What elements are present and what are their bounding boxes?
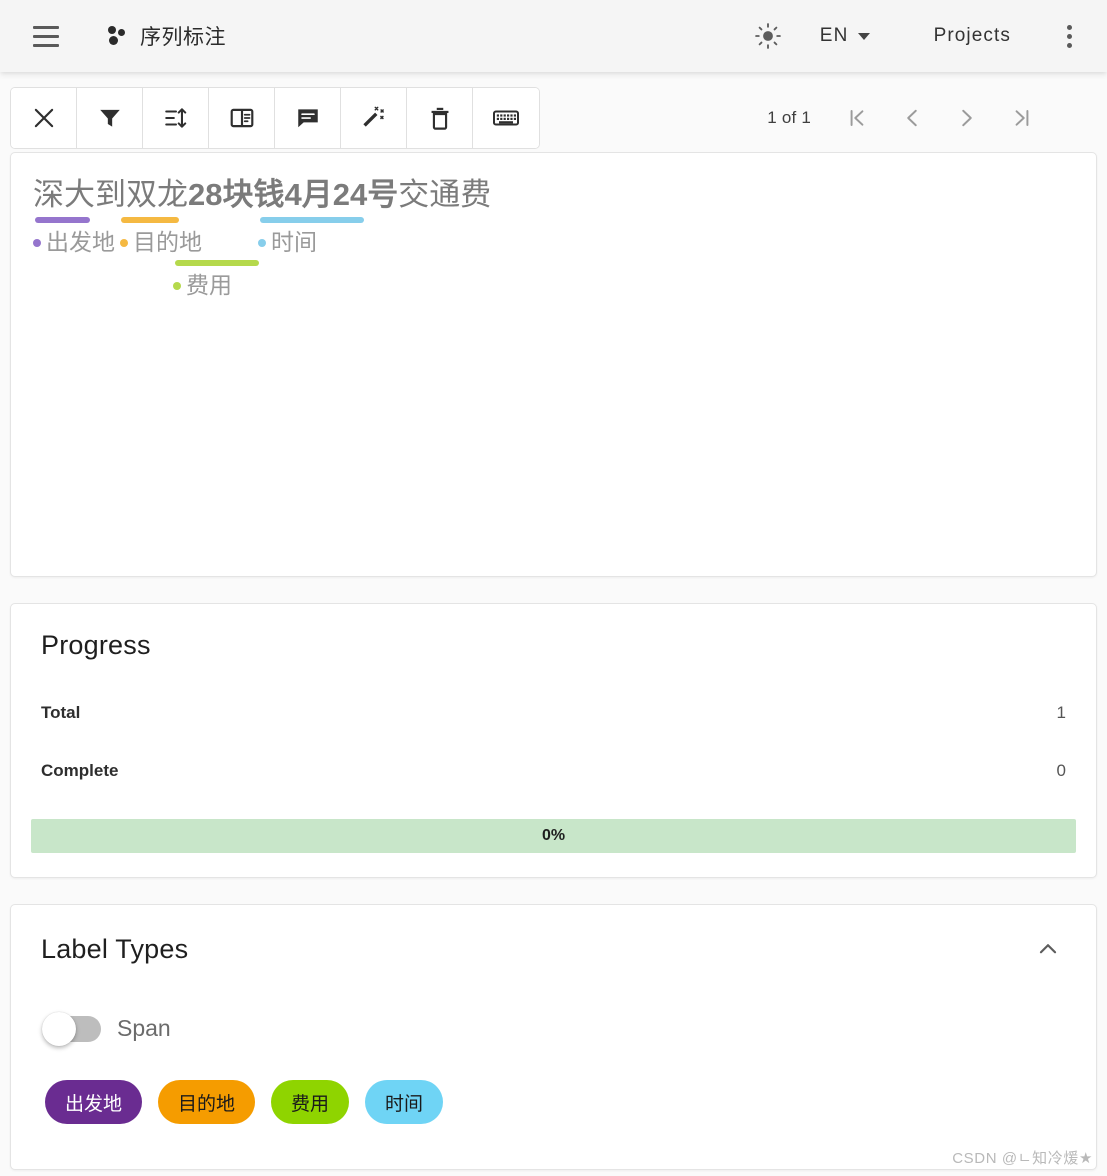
label-chip-费用[interactable]: 费用 xyxy=(271,1080,350,1124)
label-chip-text: 目的地 xyxy=(178,1093,236,1115)
annotation-label-text: 时间 xyxy=(271,229,317,255)
language-value: EN xyxy=(819,25,849,46)
language-selector[interactable]: EN xyxy=(806,17,884,55)
close-button[interactable] xyxy=(11,88,77,148)
progress-total-value: 1 xyxy=(1056,703,1066,722)
document-text[interactable]: 深大到双龙28块钱4月24号交通费 xyxy=(33,179,491,210)
first-page-button[interactable] xyxy=(829,95,884,141)
progress-card: Progress Total 1 Complete 0 0% xyxy=(10,603,1097,878)
annotation-underline-出发地[interactable] xyxy=(35,217,90,223)
keyboard-button[interactable] xyxy=(473,88,539,148)
magic-wand-icon xyxy=(362,106,384,127)
label-chip-text: 时间 xyxy=(385,1093,424,1115)
label-types-card: Label Types Span 出发地 目的地 费用 时间 xyxy=(10,904,1097,1170)
close-icon xyxy=(34,108,53,128)
annotation-underline-费用[interactable] xyxy=(175,260,259,266)
page-content: 1 of 1 深大到双龙28块钱4月24号交通费 出发地 目的地 时间 费用 P… xyxy=(0,72,1107,1170)
label-chip-目的地[interactable]: 目的地 xyxy=(158,1080,256,1124)
annotation-row-1: 深大到双龙28块钱4月24号交通费 出发地 目的地 时间 xyxy=(33,179,1074,262)
toolbar: 1 of 1 xyxy=(10,72,1097,152)
progress-bar: 0% xyxy=(31,819,1076,853)
sort-icon xyxy=(164,108,186,128)
more-vertical-icon[interactable] xyxy=(1047,14,1091,58)
filter-button[interactable] xyxy=(77,88,143,148)
label-types-header: Label Types xyxy=(41,931,1066,967)
annotation-label-text: 费用 xyxy=(186,272,232,298)
brand[interactable]: 序列标注 xyxy=(108,21,226,51)
delete-button[interactable] xyxy=(407,88,473,148)
annotated-text[interactable]: 深大到双龙28块钱4月24号交通费 出发地 目的地 时间 费用 xyxy=(33,179,1074,308)
app-bar-actions: EN Projects xyxy=(744,12,1091,60)
label-dot-icon xyxy=(120,238,128,247)
sun-icon[interactable] xyxy=(744,12,792,60)
annotation-label-text: 目的地 xyxy=(133,229,202,255)
sort-button[interactable] xyxy=(143,88,209,148)
label-chip-text: 费用 xyxy=(291,1093,330,1115)
watermark: CSDN @ㄴ知冷煖★ xyxy=(952,1150,1093,1167)
annotation-row-2: 费用 xyxy=(33,260,1074,308)
comment-icon xyxy=(297,109,318,128)
annotation-label-text: 出发地 xyxy=(46,229,115,255)
auto-label-button[interactable] xyxy=(341,88,407,148)
progress-complete-label: Complete xyxy=(41,761,119,780)
label-chip-text: 出发地 xyxy=(65,1093,123,1115)
progress-complete-row: Complete 0 xyxy=(41,761,1066,781)
annotation-label-费用[interactable]: 费用 xyxy=(173,274,232,297)
filter-icon xyxy=(99,109,120,127)
label-chip-时间[interactable]: 时间 xyxy=(365,1080,444,1124)
first-page-icon xyxy=(850,109,863,127)
app-bar: 序列标注 EN Projects xyxy=(0,0,1107,72)
guideline-icon xyxy=(230,108,253,128)
progress-total-label: Total xyxy=(41,703,81,722)
next-page-button[interactable] xyxy=(939,95,994,141)
page-title: 序列标注 xyxy=(140,26,226,49)
pagination: 1 of 1 xyxy=(767,87,1097,149)
label-chip-出发地[interactable]: 出发地 xyxy=(45,1080,143,1124)
comment-button[interactable] xyxy=(275,88,341,148)
annotation-underline-目的地[interactable] xyxy=(121,217,179,223)
span-toggle-label: Span xyxy=(117,1015,171,1041)
chevron-right-icon xyxy=(961,109,972,127)
trash-icon xyxy=(431,107,448,130)
chevron-left-icon xyxy=(906,109,917,127)
pagination-status: 1 of 1 xyxy=(767,108,811,127)
label-dot-icon xyxy=(33,238,41,247)
keyboard-icon xyxy=(493,110,519,126)
doccano-logo-icon xyxy=(108,25,130,47)
label-types-title: Label Types xyxy=(41,933,189,964)
text-segment: 交通费 xyxy=(398,177,492,212)
annotation-label-时间[interactable]: 时间 xyxy=(258,231,317,254)
progress-total-row: Total 1 xyxy=(41,703,1066,723)
span-toggle-row: Span xyxy=(42,1011,1076,1046)
annotation-document-card[interactable]: 深大到双龙28块钱4月24号交通费 出发地 目的地 时间 费用 xyxy=(10,152,1097,577)
progress-complete-value: 0 xyxy=(1056,761,1066,780)
toolbar-button-group xyxy=(10,87,540,149)
chevron-up-icon xyxy=(1039,944,1057,954)
last-page-icon xyxy=(1015,109,1028,127)
caret-down-icon xyxy=(857,32,870,40)
progress-percent-text: 0% xyxy=(541,827,566,844)
text-segment: 到 xyxy=(95,177,126,212)
prev-page-button[interactable] xyxy=(884,95,939,141)
label-dot-icon xyxy=(173,281,181,290)
collapse-button[interactable] xyxy=(1030,931,1066,967)
span-toggle[interactable] xyxy=(42,1011,101,1046)
annotation-label-出发地[interactable]: 出发地 xyxy=(33,231,115,254)
text-segment: 4月24号 xyxy=(284,177,399,212)
progress-title: Progress xyxy=(41,630,151,660)
toggle-knob xyxy=(42,1011,76,1046)
annotation-underline-时间[interactable] xyxy=(260,217,364,223)
text-segment: 深大 xyxy=(33,177,95,212)
projects-button[interactable]: Projects xyxy=(914,17,1031,55)
hamburger-icon[interactable] xyxy=(26,16,66,56)
label-dot-icon xyxy=(258,238,266,247)
annotation-label-目的地[interactable]: 目的地 xyxy=(120,231,202,254)
text-segment: 双龙 xyxy=(126,177,188,212)
label-chip-list: 出发地 目的地 费用 时间 xyxy=(45,1080,1076,1124)
last-page-button[interactable] xyxy=(994,95,1049,141)
text-segment: 28块钱 xyxy=(188,177,285,212)
guideline-button[interactable] xyxy=(209,88,275,148)
